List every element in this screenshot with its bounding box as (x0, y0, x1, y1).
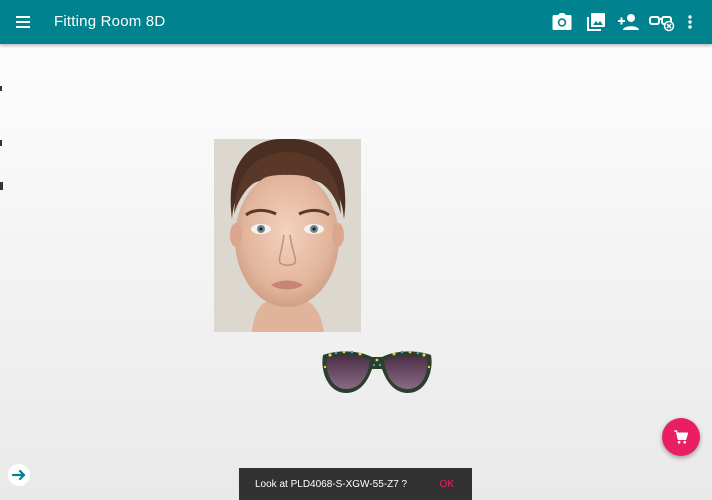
sunglasses-image (322, 350, 432, 393)
add-person-icon (618, 14, 639, 30)
snackbar: Look at PLD4068-S-XGW-55-Z7 ? OK (239, 468, 472, 500)
snackbar-ok-button[interactable]: OK (440, 479, 454, 490)
overflow-menu-button[interactable] (682, 10, 698, 34)
edge-marker (0, 140, 2, 146)
gallery-button[interactable] (584, 10, 608, 34)
glasses-remove-icon (649, 16, 675, 32)
menu-icon (16, 16, 30, 28)
camera-icon (552, 13, 572, 30)
menu-button[interactable] (12, 11, 36, 33)
cart-fab[interactable] (662, 418, 700, 456)
face-photo[interactable] (214, 139, 361, 332)
face-image (214, 139, 361, 332)
camera-button[interactable] (550, 10, 574, 34)
add-person-button[interactable] (616, 10, 640, 34)
snackbar-message: Look at PLD4068-S-XGW-55-Z7 ? (255, 478, 408, 490)
next-arrow-button[interactable] (8, 464, 30, 486)
app-bar: Fitting Room 8D (0, 0, 712, 44)
edge-marker (0, 182, 3, 190)
edge-marker (0, 86, 2, 91)
app-title: Fitting Room 8D (54, 13, 166, 30)
more-vert-icon (688, 15, 692, 29)
gallery-icon (587, 13, 605, 31)
remove-glasses-button[interactable] (648, 10, 676, 34)
glasses-overlay[interactable] (320, 347, 434, 399)
cart-icon (674, 430, 689, 444)
arrow-right-icon (11, 469, 26, 481)
